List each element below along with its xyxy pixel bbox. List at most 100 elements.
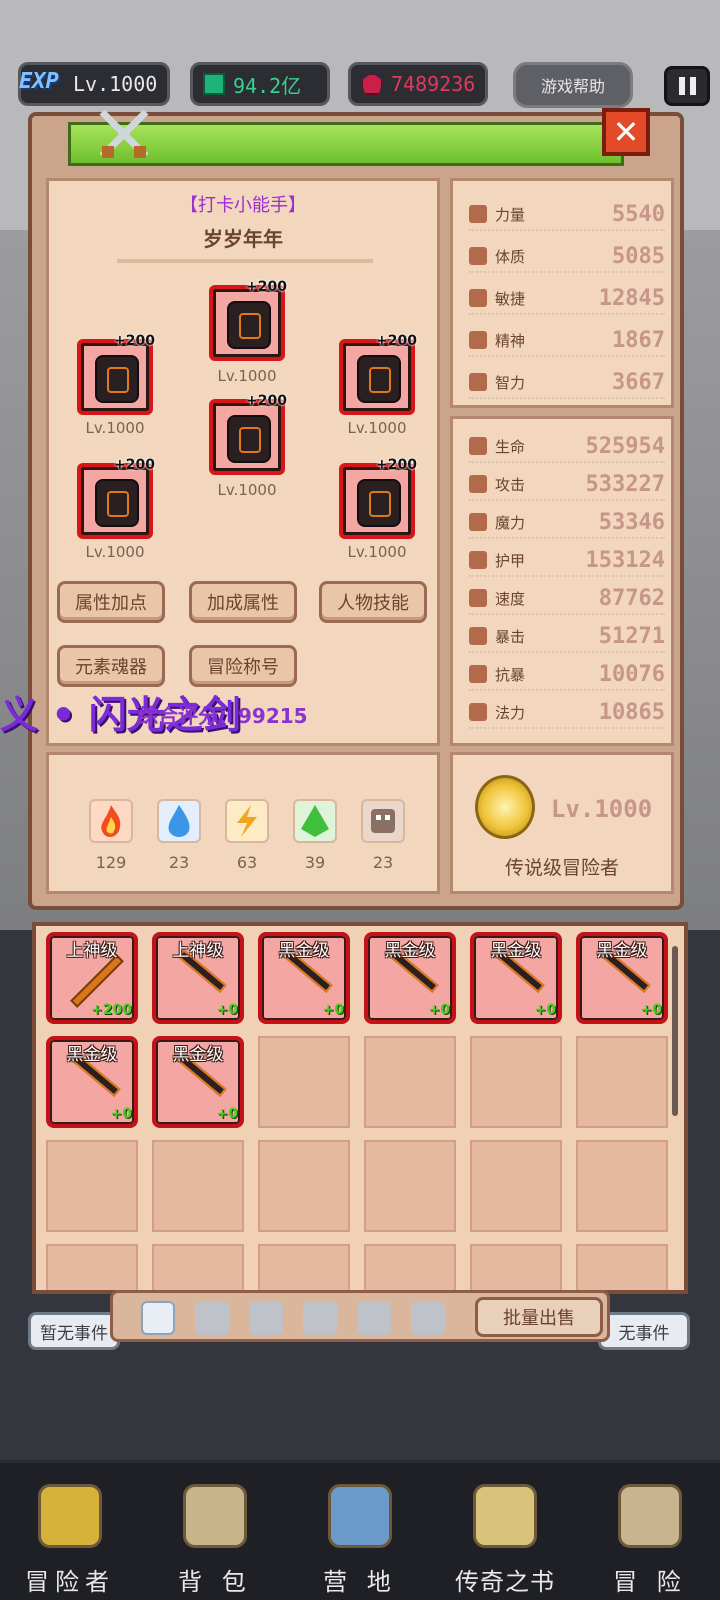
empty-slot[interactable] — [576, 1036, 668, 1128]
game-help-button[interactable]: 游戏帮助 — [513, 62, 633, 108]
red-currency-value: 7489236 — [391, 72, 476, 96]
exp-badge: EXP — [19, 69, 59, 94]
rank-level: Lv.1000 — [551, 795, 653, 823]
thunder-element-icon[interactable] — [225, 799, 269, 843]
base-stats-panel: 力量 5540 体质 5085 敏捷 12845 精神 1867 智力 3667 — [450, 178, 674, 408]
tab-weapon-icon[interactable] — [141, 1301, 175, 1335]
mana-icon — [469, 703, 487, 721]
rank-panel: Lv.1000 传说级冒险者 — [450, 752, 674, 894]
water-count: 23 — [168, 853, 190, 872]
adventure-title-button[interactable]: 冒险称号 — [189, 645, 297, 687]
rank-emblem-icon — [475, 775, 535, 839]
stat-row: 生命 525954 — [469, 431, 665, 463]
boot-icon — [469, 589, 487, 607]
empty-slot[interactable] — [258, 1036, 350, 1128]
inventory-item[interactable]: 黑金级 +0 — [46, 1036, 138, 1128]
anti-crit-icon — [469, 665, 487, 683]
inventory-scrollbar[interactable] — [672, 946, 678, 1116]
stat-row: 智力 3667 — [469, 367, 665, 399]
empty-slot[interactable] — [470, 1140, 562, 1232]
empty-slot[interactable] — [152, 1140, 244, 1232]
agility-icon — [469, 289, 487, 307]
tab-helmet-icon[interactable] — [249, 1301, 283, 1335]
nav-adventure[interactable]: 冒 险 — [580, 1484, 720, 1596]
tab-shield-icon[interactable] — [195, 1301, 229, 1335]
empty-slot[interactable] — [258, 1140, 350, 1232]
element-soul-button[interactable]: 元素魂器 — [57, 645, 165, 687]
empty-slot[interactable] — [46, 1244, 138, 1290]
stat-row: 法力 10865 — [469, 697, 665, 729]
equip-level: Lv.1000 — [85, 419, 145, 437]
inventory-item[interactable]: 上神级 +0 — [152, 932, 244, 1024]
equip-slot-armor[interactable]: +200 — [209, 393, 287, 475]
nav-camp[interactable]: 营 地 — [290, 1484, 430, 1596]
fire-element-icon[interactable] — [89, 799, 133, 843]
character-panel: ✕ 【打卡小能手】 岁岁年年 +200 Lv.1000 +200 Lv.1000… — [28, 108, 684, 910]
equip-slot-helmet[interactable]: +200 — [209, 279, 287, 361]
stat-row: 力量 5540 — [469, 199, 665, 231]
strength-icon — [469, 205, 487, 223]
inventory-item[interactable]: 黑金级 +0 — [364, 932, 456, 1024]
nav-backpack[interactable]: 背 包 — [145, 1484, 285, 1596]
empty-slot[interactable] — [364, 1140, 456, 1232]
stat-row: 护甲 153124 — [469, 545, 665, 577]
pause-button[interactable] — [664, 66, 710, 106]
combat-stats-panel: 生命 525954 攻击 533227 魔力 53346 护甲 153124 速度 877… — [450, 416, 674, 746]
inventory-item[interactable]: 黑金级 +0 — [470, 932, 562, 1024]
char-skills-button[interactable]: 人物技能 — [319, 581, 427, 623]
green-gem-icon — [203, 73, 225, 95]
inventory-item[interactable]: 上神级 +200 — [46, 932, 138, 1024]
boots-icon — [357, 479, 401, 527]
bulk-sell-button[interactable]: 批量出售 — [475, 1297, 603, 1337]
gloves-icon — [95, 479, 139, 527]
empty-slot[interactable] — [364, 1036, 456, 1128]
sword-icon — [469, 475, 487, 493]
stat-row: 体质 5085 — [469, 241, 665, 273]
empty-slot[interactable] — [152, 1244, 244, 1290]
left-event-chip[interactable]: 暂无事件 — [28, 1312, 120, 1350]
inventory-item[interactable]: 黑金级 +0 — [152, 1036, 244, 1128]
equip-slot-boots[interactable]: +200 — [339, 457, 417, 539]
empty-slot[interactable] — [46, 1140, 138, 1232]
wind-element-icon[interactable] — [293, 799, 337, 843]
helmet-icon — [227, 301, 271, 349]
equip-slot-weapon[interactable]: +200 — [77, 333, 155, 415]
empty-slot[interactable] — [576, 1140, 668, 1232]
right-event-chip[interactable]: 无事件 — [598, 1312, 690, 1350]
empty-slot[interactable] — [470, 1244, 562, 1290]
nav-adventurer[interactable]: 冒险者 — [0, 1484, 140, 1596]
pause-icon — [678, 77, 685, 95]
bonus-attr-button[interactable]: 加成属性 — [189, 581, 297, 623]
green-currency: 94.2亿 — [190, 62, 330, 106]
crit-icon — [469, 627, 487, 645]
spirit-icon — [469, 331, 487, 349]
equip-level: Lv.1000 — [85, 543, 145, 561]
banner-icon — [328, 1484, 392, 1548]
tab-ring-icon[interactable] — [411, 1301, 445, 1335]
attr-points-button[interactable]: 属性加点 — [57, 581, 165, 623]
empty-slot[interactable] — [364, 1244, 456, 1290]
crown-helmet-icon — [38, 1484, 102, 1548]
water-element-icon[interactable] — [157, 799, 201, 843]
backpack-icon — [183, 1484, 247, 1548]
nav-legend-book[interactable]: 传奇之书 — [435, 1484, 575, 1596]
empty-slot[interactable] — [470, 1036, 562, 1128]
equip-slot-accessory[interactable]: +200 — [339, 333, 417, 415]
empty-slot[interactable] — [576, 1244, 668, 1290]
close-icon: ✕ — [612, 113, 640, 151]
tab-armor-icon[interactable] — [303, 1301, 337, 1335]
intellect-icon — [469, 373, 487, 391]
equip-slot-gloves[interactable]: +200 — [77, 457, 155, 539]
empty-slot[interactable] — [258, 1244, 350, 1290]
dark-element-icon[interactable] — [361, 799, 405, 843]
equip-level: Lv.1000 — [217, 481, 277, 499]
fire-count: 129 — [95, 853, 127, 872]
equip-level: Lv.1000 — [347, 543, 407, 561]
armor-icon — [227, 415, 271, 463]
inventory-item[interactable]: 黑金级 +0 — [576, 932, 668, 1024]
inventory-item[interactable]: 黑金级 +0 — [258, 932, 350, 1024]
stat-row: 暴击 51271 — [469, 621, 665, 653]
red-currency: 7489236 — [348, 62, 488, 106]
tab-pants-icon[interactable] — [357, 1301, 391, 1335]
close-button[interactable]: ✕ — [602, 108, 650, 156]
